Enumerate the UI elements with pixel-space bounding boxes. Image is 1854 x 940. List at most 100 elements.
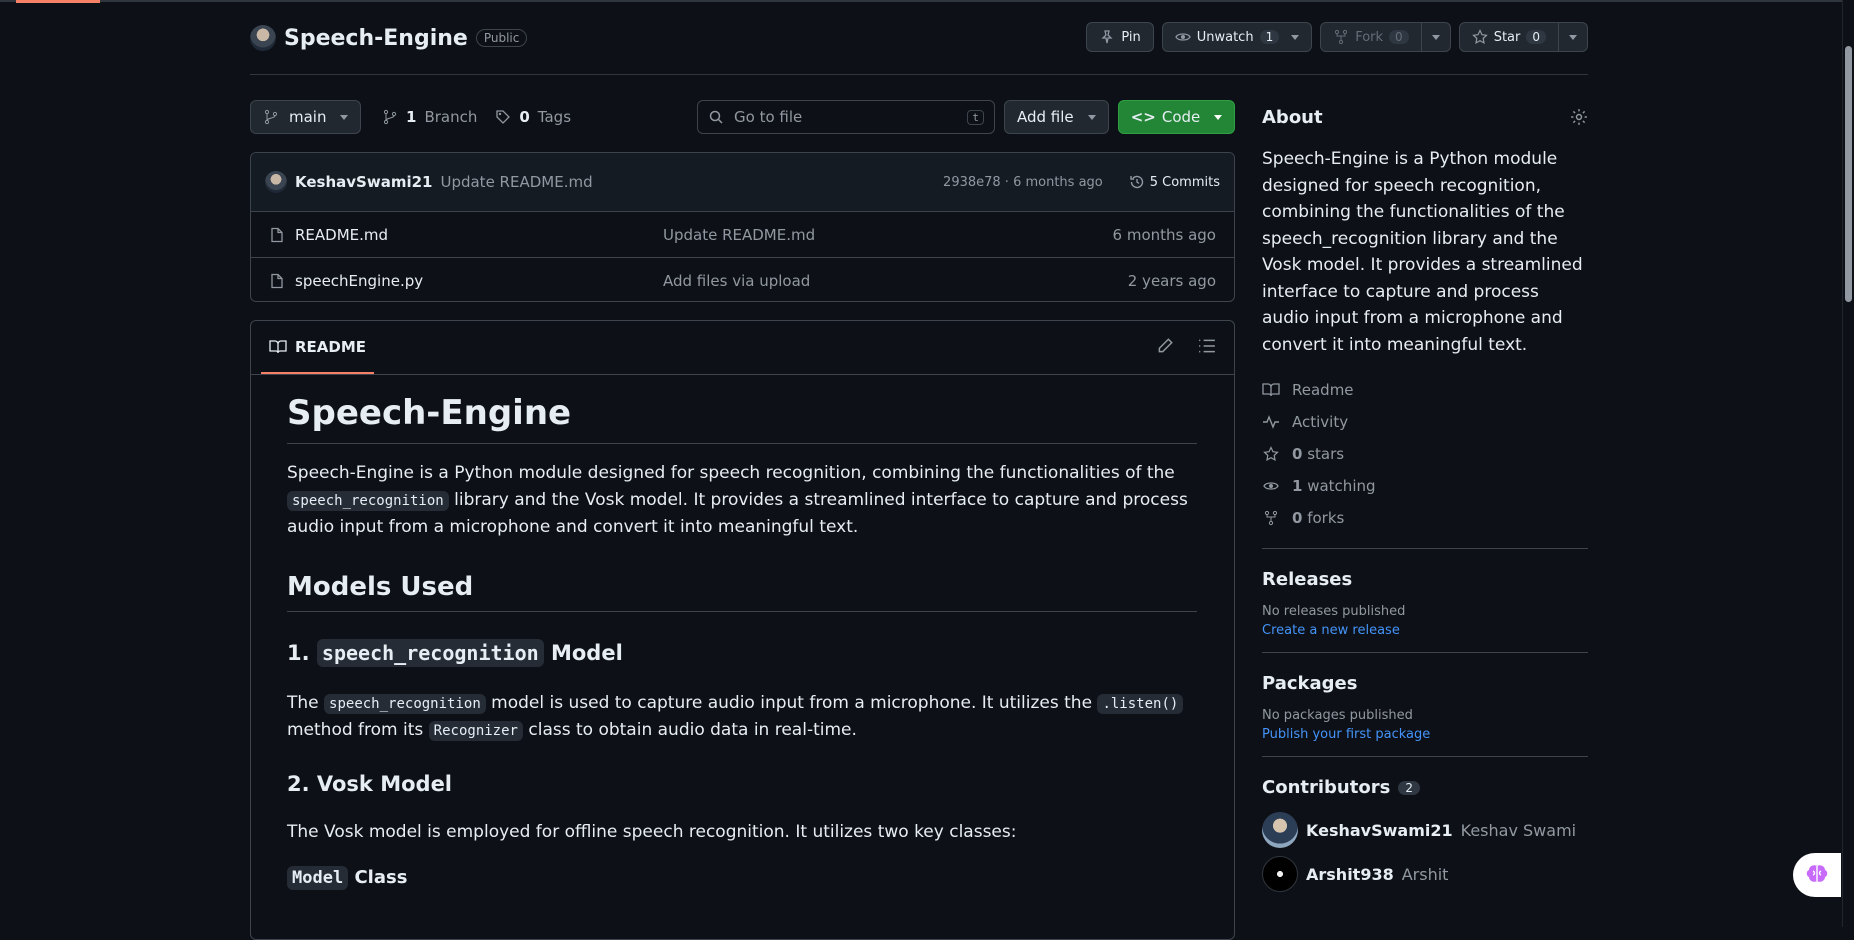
commit-message[interactable]: Update README.md (440, 173, 592, 191)
model-2-heading: 2. Vosk Model (287, 771, 453, 796)
about-description: Speech-Engine is a Python module designe… (1262, 149, 1583, 355)
forks-label: forks (1307, 509, 1345, 527)
branch-name: main (289, 108, 327, 126)
forks-count: 0 (1292, 509, 1303, 527)
watching-link[interactable]: 1 watching (1262, 470, 1588, 502)
contributor-item[interactable]: KeshavSwami21 Keshav Swami (1262, 808, 1588, 852)
model-1-paragraph: The speech_recognition model is used to … (287, 690, 1197, 745)
file-name[interactable]: README.md (295, 226, 388, 244)
pin-icon (1101, 30, 1113, 44)
file-commit-message[interactable]: Add files via upload (663, 272, 810, 290)
eye-icon (1174, 33, 1191, 41)
contributor-login[interactable]: KeshavSwami21 (1306, 821, 1453, 840)
branches-link[interactable]: 1 Branch (382, 108, 477, 126)
page-scrollbar[interactable] (1842, 0, 1854, 927)
releases-title[interactable]: Releases (1262, 569, 1588, 590)
fork-icon (1264, 510, 1278, 526)
branch-icon (383, 109, 397, 125)
pencil-icon[interactable] (1156, 337, 1174, 355)
contributor-name: Arshit (1401, 864, 1449, 884)
file-row[interactable]: README.md Update README.md 6 months ago (251, 212, 1234, 258)
scrollbar-thumb[interactable] (1845, 46, 1852, 302)
fork-label: Fork (1355, 29, 1384, 45)
latest-commit-row: KeshavSwami21 Update README.md 2938e78 ·… (251, 153, 1234, 212)
star-count: 0 (1526, 30, 1546, 44)
contributors-header: Contributors 2 (1262, 777, 1588, 798)
active-nav-indicator (16, 0, 100, 3)
unwatch-button[interactable]: Unwatch 1 (1161, 22, 1313, 52)
fork-button[interactable]: Fork 0 (1320, 22, 1422, 52)
copilot-button[interactable] (1793, 853, 1841, 897)
tag-count-label: Tags (537, 108, 572, 126)
contributor-name: Keshav Swami (1460, 820, 1577, 840)
inline-code: Model (287, 866, 349, 890)
commits-link[interactable]: 5 Commits (1129, 174, 1220, 190)
paragraph-text: model is used to capture audio input fro… (485, 692, 1098, 713)
file-commit-message[interactable]: Update README.md (663, 226, 815, 244)
list-icon[interactable] (1198, 337, 1216, 355)
go-to-file-placeholder: Go to file (734, 108, 803, 126)
activity-link[interactable]: Activity (1262, 406, 1588, 438)
owner-avatar[interactable] (250, 25, 276, 51)
chevron-down-icon (340, 114, 349, 120)
contributor-login[interactable]: Arshit938 (1306, 865, 1394, 884)
watching-label: watching (1307, 477, 1376, 495)
packages-title[interactable]: Packages (1262, 673, 1588, 694)
star-button[interactable]: Star 0 (1458, 22, 1559, 52)
readme-link[interactable]: Readme (1262, 374, 1588, 406)
chevron-down-icon (1214, 114, 1223, 120)
models-heading: Models Used (287, 569, 1197, 612)
eye-icon (1263, 482, 1279, 490)
forks-link[interactable]: 0 forks (1262, 502, 1588, 534)
paragraph-text: class to obtain audio data in real-time. (522, 720, 857, 740)
packages-section: Packages No packages published Publish y… (1262, 653, 1588, 742)
code-toolbar: main 1 Branch 0 Tags Go to file t Add fi… (250, 100, 1235, 134)
contributor-avatar[interactable] (1262, 856, 1298, 892)
gear-icon[interactable] (1570, 108, 1588, 126)
commit-sha-time[interactable]: 2938e78 · 6 months ago (943, 175, 1103, 190)
file-name[interactable]: speechEngine.py (295, 272, 423, 290)
commits-count: 5 Commits (1149, 174, 1220, 190)
model-class-heading: Model Class (287, 865, 1197, 891)
branch-select-button[interactable]: main (250, 100, 362, 134)
repo-meta-list: Readme Activity 0 stars 1 watching 0 for… (1262, 374, 1588, 534)
repo-name[interactable]: Speech-Engine (284, 26, 468, 51)
readme-intro: Speech-Engine is a Python module designe… (287, 460, 1197, 541)
author-avatar[interactable] (265, 171, 287, 193)
chevron-down-icon (1087, 114, 1096, 120)
repo-header: Speech-Engine Public Pin Unwatch 1 Fork … (250, 22, 1588, 75)
pin-button[interactable]: Pin (1086, 22, 1154, 52)
commit-author[interactable]: KeshavSwami21 (295, 173, 432, 191)
contributors-section: Contributors 2 KeshavSwami21 Keshav Swam… (1262, 757, 1588, 896)
file-icon (271, 227, 283, 242)
code-button[interactable]: <> Code (1118, 100, 1235, 134)
file-list: KeshavSwami21 Update README.md 2938e78 ·… (250, 152, 1235, 302)
code-label: Code (1161, 108, 1201, 126)
visibility-badge: Public (475, 29, 528, 47)
releases-section: Releases No releases published Create a … (1262, 549, 1588, 638)
fork-icon (1335, 29, 1348, 45)
pin-label: Pin (1121, 29, 1141, 45)
chevron-down-icon (1569, 34, 1577, 40)
publish-package-link[interactable]: Publish your first package (1262, 727, 1430, 742)
readme-panel: README Speech-Engine Speech-Engine is a … (250, 320, 1235, 940)
stars-label: stars (1307, 445, 1345, 463)
star-dropdown-button[interactable] (1559, 22, 1588, 52)
stars-link[interactable]: 0 stars (1262, 438, 1588, 470)
fork-dropdown-button[interactable] (1421, 22, 1451, 52)
file-row[interactable]: speechEngine.py Add files via upload 2 y… (251, 258, 1234, 301)
tags-link[interactable]: 0 Tags (495, 108, 571, 126)
create-release-link[interactable]: Create a new release (1262, 623, 1400, 638)
top-border (0, 0, 1843, 2)
file-commit-time: 6 months ago (1112, 225, 1216, 244)
go-to-file-shortcut: t (967, 109, 984, 125)
branch-icon (264, 109, 278, 125)
star-label: Star (1493, 29, 1521, 45)
repo-sidebar: About Speech-Engine is a Python module d… (1262, 100, 1588, 896)
add-file-button[interactable]: Add file (1004, 100, 1109, 134)
contributor-avatar[interactable] (1262, 812, 1298, 848)
go-to-file-input[interactable]: Go to file t (697, 100, 995, 134)
tab-readme[interactable]: README (261, 321, 375, 374)
contributors-title[interactable]: Contributors (1262, 777, 1390, 798)
contributor-item[interactable]: Arshit938 Arshit (1262, 852, 1588, 896)
